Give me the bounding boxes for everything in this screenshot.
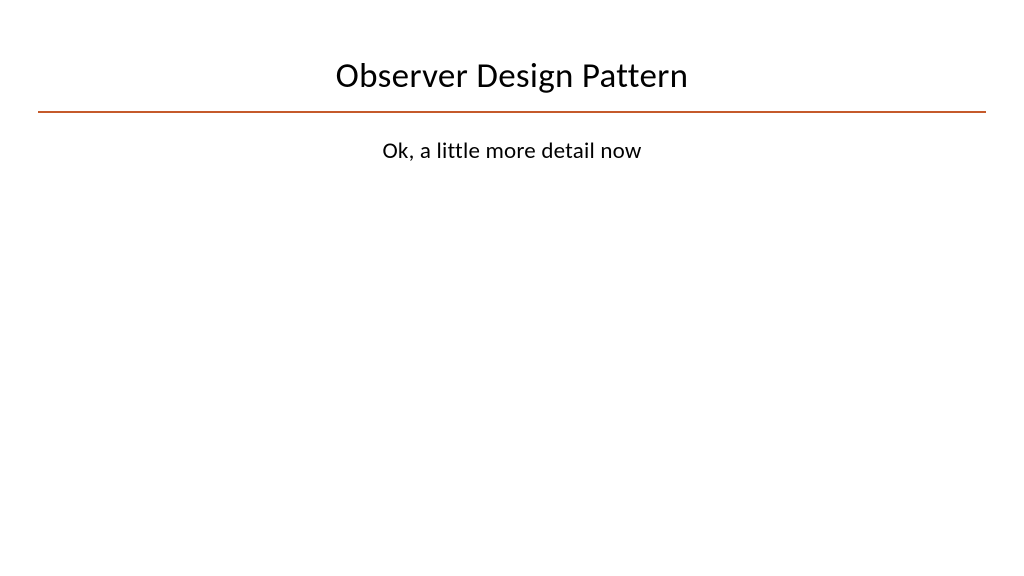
slide-title: Observer Design Pattern (0, 55, 1024, 97)
title-divider (38, 111, 986, 113)
slide-container: Observer Design Pattern Ok, a little mor… (0, 0, 1024, 576)
slide-subtitle: Ok, a little more detail now (0, 137, 1024, 165)
